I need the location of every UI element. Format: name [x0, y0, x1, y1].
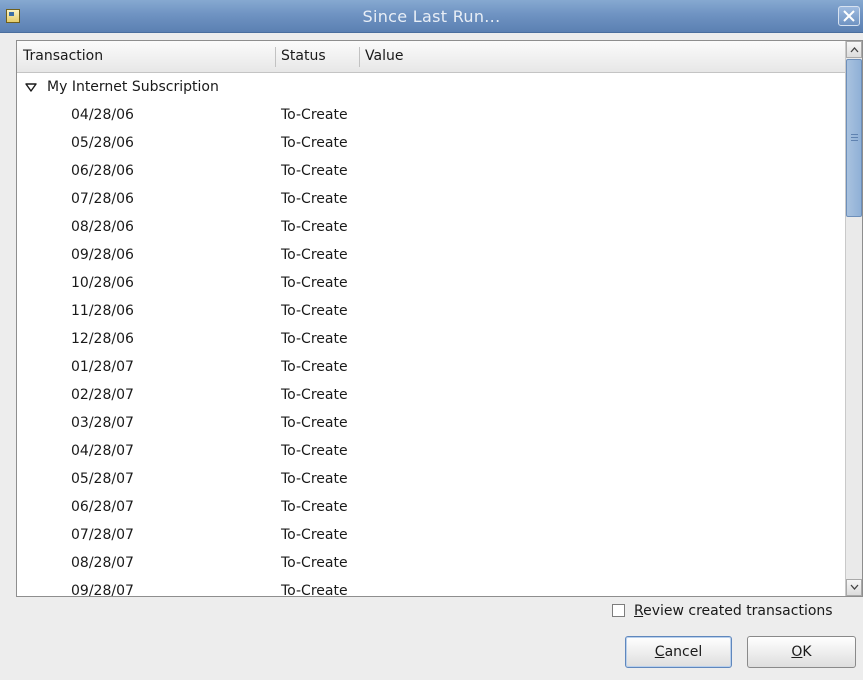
transaction-status: To-Create [281, 555, 348, 571]
transaction-date: 07/28/07 [71, 527, 134, 543]
column-header-status[interactable]: Status [275, 41, 359, 72]
transaction-status: To-Create [281, 275, 348, 291]
transaction-date: 08/28/07 [71, 555, 134, 571]
transaction-date: 08/28/06 [71, 219, 134, 235]
table-row[interactable]: 07/28/06 To-Create [17, 185, 845, 213]
triangle-down-icon[interactable] [25, 83, 37, 92]
transaction-status: To-Create [281, 331, 348, 347]
table-row[interactable]: 02/28/07 To-Create [17, 381, 845, 409]
group-label: My Internet Subscription [47, 79, 219, 95]
table-row[interactable]: 01/28/07 To-Create [17, 353, 845, 381]
table-row[interactable]: 10/28/06 To-Create [17, 269, 845, 297]
transaction-status: To-Create [281, 359, 348, 375]
transaction-date: 11/28/06 [71, 303, 134, 319]
transaction-status: To-Create [281, 247, 348, 263]
transaction-date: 09/28/07 [71, 583, 134, 596]
mnemonic-letter: R [634, 603, 644, 619]
button-label: K [802, 644, 812, 660]
table-row[interactable]: 07/28/07 To-Create [17, 521, 845, 549]
transaction-status: To-Create [281, 499, 348, 515]
group-row[interactable]: My Internet Subscription [17, 73, 845, 101]
table-row[interactable]: 08/28/07 To-Create [17, 549, 845, 577]
mnemonic-letter: O [791, 644, 803, 660]
transaction-date: 01/28/07 [71, 359, 134, 375]
transaction-status: To-Create [281, 303, 348, 319]
review-label[interactable]: Review created transactions [634, 601, 833, 621]
transactions-panel: Transaction Status Value My Internet Sub… [16, 40, 863, 597]
transaction-status: To-Create [281, 163, 348, 179]
table-row[interactable]: 11/28/06 To-Create [17, 297, 845, 325]
mnemonic-letter: C [654, 644, 665, 660]
transaction-status: To-Create [281, 135, 348, 151]
chevron-up-icon [850, 47, 859, 53]
transaction-date: 04/28/06 [71, 107, 134, 123]
scroll-down-button[interactable] [846, 579, 862, 596]
window-title: Since Last Run... [362, 7, 501, 26]
transaction-date: 07/28/06 [71, 191, 134, 207]
column-header-value[interactable]: Value [359, 41, 845, 72]
table-row[interactable]: 05/28/07 To-Create [17, 465, 845, 493]
button-label: ancel [664, 644, 703, 660]
transaction-status: To-Create [281, 107, 348, 123]
table-row[interactable]: 09/28/06 To-Create [17, 241, 845, 269]
table-row[interactable]: 06/28/07 To-Create [17, 493, 845, 521]
review-checkbox[interactable] [612, 604, 625, 617]
grip-line [851, 140, 858, 141]
transaction-date: 12/28/06 [71, 331, 134, 347]
scroll-thumb[interactable] [846, 59, 862, 217]
transaction-date: 06/28/06 [71, 163, 134, 179]
ok-button[interactable]: OK [747, 636, 856, 668]
table-row[interactable]: 09/28/07 To-Create [17, 577, 845, 596]
table-row[interactable]: 05/28/06 To-Create [17, 129, 845, 157]
transaction-date: 04/28/07 [71, 443, 134, 459]
transaction-status: To-Create [281, 415, 348, 431]
transaction-status: To-Create [281, 387, 348, 403]
table-row[interactable]: 03/28/07 To-Create [17, 409, 845, 437]
label-text: eview created transactions [643, 603, 833, 619]
transaction-date: 10/28/06 [71, 275, 134, 291]
table-row[interactable]: 12/28/06 To-Create [17, 325, 845, 353]
transaction-date: 05/28/07 [71, 471, 134, 487]
transaction-status: To-Create [281, 583, 348, 596]
close-button[interactable] [838, 6, 860, 26]
table-row[interactable]: 04/28/06 To-Create [17, 101, 845, 129]
table-body: My Internet Subscription 04/28/06 To-Crea… [17, 73, 845, 596]
column-header-transaction[interactable]: Transaction [17, 41, 275, 72]
close-icon [843, 10, 855, 22]
vertical-scrollbar[interactable] [845, 41, 862, 596]
grip-line [851, 134, 858, 135]
transaction-status: To-Create [281, 471, 348, 487]
transaction-status: To-Create [281, 527, 348, 543]
transaction-date: 02/28/07 [71, 387, 134, 403]
table-row[interactable]: 04/28/07 To-Create [17, 437, 845, 465]
title-bar[interactable]: Since Last Run... [0, 0, 863, 33]
transaction-status: To-Create [281, 219, 348, 235]
transaction-date: 09/28/06 [71, 247, 134, 263]
cancel-button[interactable]: Cancel [625, 636, 732, 668]
chevron-down-icon [850, 584, 859, 590]
table-row[interactable]: 08/28/06 To-Create [17, 213, 845, 241]
transaction-status: To-Create [281, 191, 348, 207]
transaction-date: 03/28/07 [71, 415, 134, 431]
table-row[interactable]: 06/28/06 To-Create [17, 157, 845, 185]
transaction-date: 06/28/07 [71, 499, 134, 515]
transaction-status: To-Create [281, 443, 348, 459]
table-header: Transaction Status Value [17, 41, 845, 73]
scroll-up-button[interactable] [846, 41, 862, 58]
transaction-date: 05/28/06 [71, 135, 134, 151]
grip-line [851, 137, 858, 138]
